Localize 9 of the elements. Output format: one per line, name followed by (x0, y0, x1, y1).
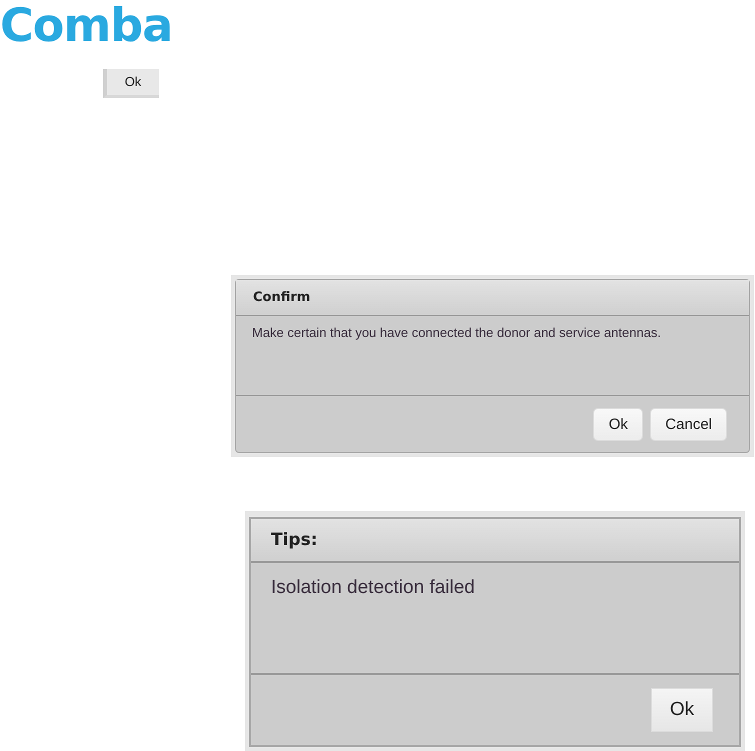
dialog-message: Isolation detection failed (271, 577, 476, 600)
dialog-button[interactable]: Ok (651, 688, 713, 732)
dialog-title: Tips: (271, 530, 318, 550)
dialog-message: Make certain that you have connected the donor and service antennas. (252, 325, 662, 341)
dialog-title: Confirm (253, 290, 310, 305)
company-logo: Comba (0, 0, 172, 51)
dialog-button[interactable]: Ok (593, 408, 644, 440)
dialog-button[interactable]: Cancel (650, 408, 727, 440)
ok-button[interactable]: Ok (103, 68, 159, 98)
